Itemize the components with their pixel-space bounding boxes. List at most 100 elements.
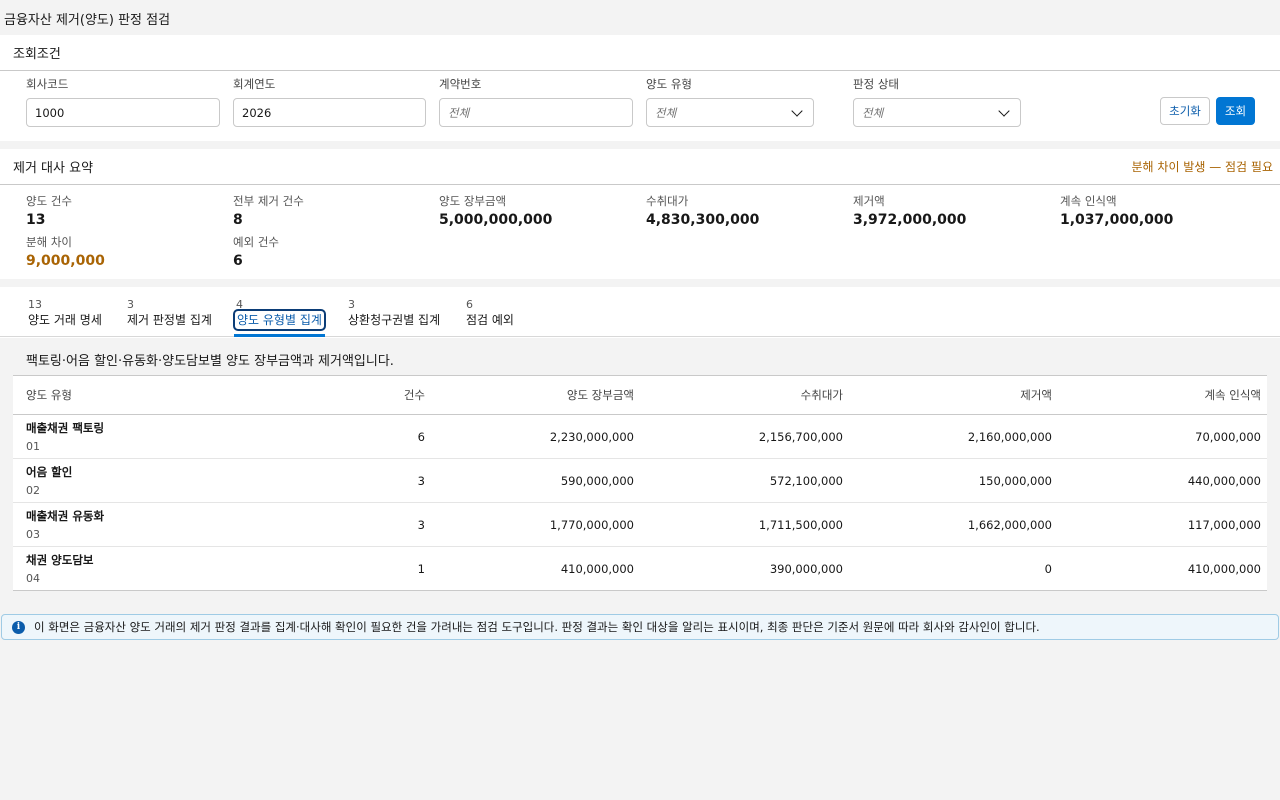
- contract-no-label: 계약번호: [439, 77, 482, 91]
- metric-exception-count: 예외 건수 6: [233, 234, 279, 269]
- info-text: 이 화면은 금융자산 양도 거래의 제거 판정 결과를 집계·대사해 확인이 필…: [34, 620, 1040, 634]
- company-code-input[interactable]: 1000: [26, 98, 220, 127]
- type-code: 02: [26, 483, 40, 497]
- info-icon: i: [12, 620, 25, 634]
- fiscal-year-label: 회계연도: [233, 77, 276, 91]
- metric-label: 양도 장부금액: [439, 194, 507, 208]
- type-name: 어음 할인: [26, 464, 73, 479]
- col-header[interactable]: 제거액: [849, 375, 1058, 415]
- judgment-status-value: 전체: [862, 105, 884, 120]
- tab-panel: 팩토링·어음 할인·유동화·양도담보별 양도 장부금액과 제거액입니다. 양도 …: [0, 338, 1280, 603]
- search-button[interactable]: 조회: [1216, 97, 1255, 125]
- tab-count: 3: [127, 298, 134, 311]
- tab-label: 양도 유형별 집계: [233, 309, 326, 331]
- metric-label: 예외 건수: [233, 235, 279, 249]
- metric-book-amount: 양도 장부금액 5,000,000,000: [439, 193, 552, 228]
- consideration-cell: 2,156,700,000: [758, 429, 843, 444]
- summary-card: 제거 대사 요약 분해 차이 발생 — 점검 필요 양도 건수 13 전부 제거…: [0, 149, 1280, 279]
- judgment-status-select[interactable]: 전체: [853, 98, 1021, 127]
- derecog-cell: 2,160,000,000: [967, 429, 1052, 444]
- tab-count: 4: [236, 298, 243, 311]
- fiscal-year-input[interactable]: 2026: [233, 98, 426, 127]
- transfer-type-label: 양도 유형: [646, 77, 692, 91]
- table-row: 채권 양도담보 04 1 410,000,000 390,000,000 0 4…: [13, 547, 1267, 591]
- chevron-down-icon: [791, 104, 803, 117]
- transfer-type-value: 전체: [655, 105, 677, 120]
- fiscal-year-field: 회계연도 2026: [233, 76, 426, 127]
- judgment-status-label: 판정 상태: [853, 77, 899, 91]
- contract-no-input[interactable]: 전체: [439, 98, 633, 127]
- col-header[interactable]: 계속 인식액: [1058, 375, 1267, 415]
- tab-count: 13: [28, 298, 42, 311]
- metric-full-derecog-count: 전부 제거 건수 8: [233, 193, 304, 228]
- detail-card: 13 양도 거래 명세 3 제거 판정별 집계 4 양도 유형별 집계 3 상환…: [0, 287, 1280, 603]
- metric-label: 제거액: [853, 194, 885, 208]
- metric-breakdown-diff: 분해 차이 9,000,000: [26, 234, 105, 269]
- type-code: 01: [26, 439, 40, 453]
- type-summary-table: 양도 유형 건수 양도 장부금액 수취대가 제거액 계속 인식액 매출채권 팩토…: [13, 375, 1267, 591]
- tab-description: 팩토링·어음 할인·유동화·양도담보별 양도 장부금액과 제거액입니다.: [26, 354, 394, 369]
- book-cell: 410,000,000: [560, 561, 634, 576]
- filter-header: 조회조건: [0, 35, 1280, 71]
- metric-value: 9,000,000: [26, 253, 105, 269]
- transfer-type-field: 양도 유형 전체: [646, 76, 814, 127]
- continuing-cell: 70,000,000: [1195, 429, 1261, 444]
- col-header[interactable]: 수취대가: [640, 375, 849, 415]
- count-cell: 3: [417, 517, 425, 532]
- continuing-cell: 440,000,000: [1187, 473, 1261, 488]
- company-code-label: 회사코드: [26, 77, 69, 91]
- consideration-cell: 1,711,500,000: [758, 517, 843, 532]
- consideration-cell: 390,000,000: [769, 561, 843, 576]
- tab-exceptions[interactable]: 6 점검 예외: [466, 298, 514, 328]
- type-name: 채권 양도담보: [26, 552, 94, 567]
- active-tab-indicator: [234, 334, 325, 337]
- table-row: 어음 할인 02 3 590,000,000 572,100,000 150,0…: [13, 459, 1267, 503]
- type-code: 03: [26, 527, 40, 541]
- col-header[interactable]: 양도 유형: [13, 375, 231, 415]
- tab-transfer-detail[interactable]: 13 양도 거래 명세: [28, 298, 102, 328]
- book-cell: 2,230,000,000: [549, 429, 634, 444]
- book-cell: 1,770,000,000: [549, 517, 634, 532]
- filter-title: 조회조건: [13, 47, 61, 62]
- consideration-cell: 572,100,000: [769, 473, 843, 488]
- type-cell: 매출채권 유동화 03: [13, 503, 231, 547]
- tab-label: 상환청구권별 집계: [348, 313, 441, 327]
- type-name: 매출채권 유동화: [26, 508, 105, 523]
- company-code-field: 회사코드 1000: [26, 76, 220, 127]
- table-row: 매출채권 팩토링 01 6 2,230,000,000 2,156,700,00…: [13, 415, 1267, 459]
- breakdown-warning: 분해 차이 발생 — 점검 필요: [1131, 160, 1273, 174]
- reset-button[interactable]: 초기화: [1160, 97, 1210, 125]
- tab-judgment-summary[interactable]: 3 제거 판정별 집계: [127, 298, 212, 328]
- metric-value: 6: [233, 253, 243, 269]
- col-header[interactable]: 건수: [231, 375, 431, 415]
- tab-type-summary[interactable]: 4 양도 유형별 집계: [233, 298, 326, 331]
- type-cell: 어음 할인 02: [13, 459, 231, 503]
- type-name: 매출채권 팩토링: [26, 420, 105, 435]
- metric-value: 3,972,000,000: [853, 212, 967, 228]
- transfer-type-select[interactable]: 전체: [646, 98, 814, 127]
- tab-count: 3: [348, 298, 355, 311]
- metric-value: 1,037,000,000: [1060, 212, 1174, 228]
- col-header[interactable]: 양도 장부금액: [431, 375, 640, 415]
- table-row: 매출채권 유동화 03 3 1,770,000,000 1,711,500,00…: [13, 503, 1267, 547]
- continuing-cell: 410,000,000: [1187, 561, 1261, 576]
- summary-header: 제거 대사 요약 분해 차이 발생 — 점검 필요: [0, 149, 1280, 185]
- continuing-cell: 117,000,000: [1187, 517, 1261, 532]
- metric-value: 13: [26, 212, 46, 228]
- tab-recourse-summary[interactable]: 3 상환청구권별 집계: [348, 298, 440, 328]
- tab-count: 6: [466, 298, 473, 311]
- metric-label: 양도 건수: [26, 194, 72, 208]
- count-cell: 3: [417, 473, 425, 488]
- metric-transfer-count: 양도 건수 13: [26, 193, 72, 228]
- tab-label: 제거 판정별 집계: [127, 313, 212, 327]
- summary-title: 제거 대사 요약: [13, 161, 94, 176]
- metric-value: 4,830,300,000: [646, 212, 760, 228]
- book-cell: 590,000,000: [560, 473, 634, 488]
- metric-label: 전부 제거 건수: [233, 194, 304, 208]
- metric-label: 분해 차이: [26, 235, 72, 249]
- metric-consideration: 수취대가 4,830,300,000: [646, 193, 759, 228]
- info-banner: i 이 화면은 금융자산 양도 거래의 제거 판정 결과를 집계·대사해 확인이…: [1, 614, 1279, 640]
- type-cell: 매출채권 팩토링 01: [13, 415, 231, 459]
- derecog-cell: 1,662,000,000: [967, 517, 1052, 532]
- contract-no-field: 계약번호 전체: [439, 76, 633, 127]
